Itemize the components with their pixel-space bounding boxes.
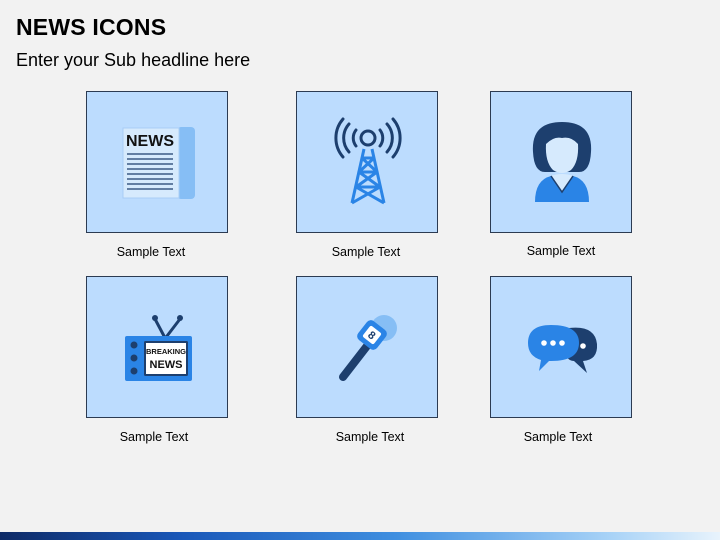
bottom-accent-bar bbox=[0, 532, 720, 540]
tile-news-anchor[interactable] bbox=[490, 91, 632, 233]
tile-broadcast-tower[interactable] bbox=[296, 91, 438, 233]
tv-text-line2: NEWS bbox=[150, 359, 183, 371]
newspaper-label: NEWS bbox=[126, 133, 174, 150]
news-anchor-icon bbox=[532, 122, 592, 202]
tile-caption-broadcast-tower: Sample Text bbox=[331, 245, 401, 259]
breaking-news-tv-icon: BREAKING NEWS bbox=[125, 315, 192, 381]
tile-chat-bubbles[interactable] bbox=[490, 276, 632, 418]
slide-subtitle: Enter your Sub headline here bbox=[16, 50, 251, 70]
microphone-icon: 8 bbox=[339, 315, 397, 381]
tile-caption-breaking-news-tv: Sample Text bbox=[119, 430, 189, 444]
tile-caption-microphone: Sample Text bbox=[335, 430, 405, 444]
tile-caption-newspaper: Sample Text bbox=[116, 245, 186, 259]
slide-title: NEWS ICONS bbox=[16, 14, 167, 40]
tile-newspaper[interactable]: NEWS bbox=[86, 91, 228, 233]
tv-text-line1: BREAKING bbox=[146, 347, 186, 356]
broadcast-tower-icon bbox=[334, 117, 402, 205]
newspaper-icon: NEWS bbox=[122, 127, 195, 199]
tile-caption-chat-bubbles: Sample Text bbox=[523, 430, 593, 444]
tile-microphone[interactable]: 8 bbox=[296, 276, 438, 418]
tile-caption-news-anchor: Sample Text bbox=[526, 244, 596, 258]
chat-bubbles-icon bbox=[528, 325, 598, 373]
tile-breaking-news-tv[interactable]: BREAKING NEWS bbox=[86, 276, 228, 418]
